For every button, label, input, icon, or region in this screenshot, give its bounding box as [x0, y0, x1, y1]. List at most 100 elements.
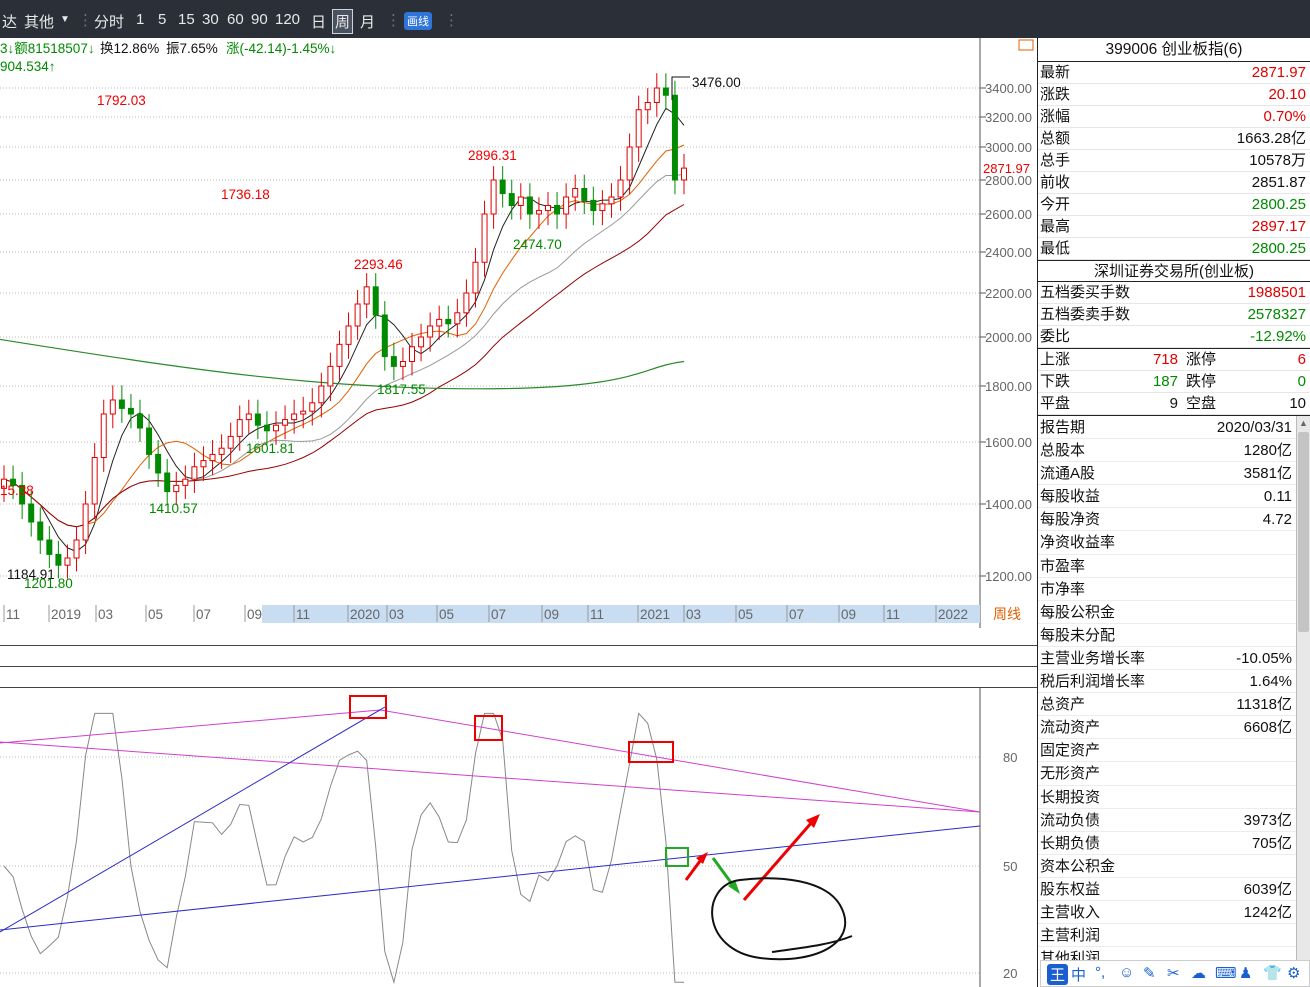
- financial-row: 无形资产: [1038, 762, 1310, 786]
- x-axis-label: 09: [247, 607, 262, 622]
- candle-body: [209, 453, 216, 462]
- price-annotation: 2896.31: [468, 148, 517, 163]
- cloud-icon[interactable]: ☁: [1191, 964, 1206, 982]
- period-tab-5[interactable]: 5: [158, 11, 166, 28]
- price-annotation: 1201.80: [24, 576, 73, 591]
- punctuation-icon[interactable]: °,: [1095, 964, 1105, 981]
- separator: ⋮: [386, 12, 401, 29]
- candle-body: [499, 179, 506, 195]
- financial-row: 每股未分配: [1038, 624, 1310, 647]
- shirt-icon[interactable]: 👕: [1263, 964, 1282, 982]
- financial-label: 每股公积金: [1040, 603, 1116, 621]
- pane-divider: [0, 645, 1037, 646]
- support-trendline[interactable]: [0, 706, 386, 933]
- chinese-input-icon[interactable]: 中: [1071, 964, 1086, 985]
- quote-row: 最新 2871.97: [1038, 62, 1310, 84]
- price-annotation: 1736.18: [221, 187, 270, 202]
- indicator-chart[interactable]: 80 50 20: [0, 688, 1037, 987]
- candle-body: [300, 410, 307, 415]
- candle-body: [46, 539, 53, 555]
- period-tab-60[interactable]: 60: [227, 11, 244, 28]
- pane-divider: [0, 666, 1037, 667]
- x-axis-label: 2022: [938, 607, 968, 622]
- resistance-trendline[interactable]: [0, 741, 981, 813]
- keyboard-icon[interactable]: ⌨: [1215, 964, 1237, 982]
- candle-body: [635, 109, 642, 148]
- candle-body: [100, 413, 107, 458]
- period-tab-15[interactable]: 15: [178, 11, 195, 28]
- scissors-icon[interactable]: ✂: [1167, 964, 1180, 982]
- price-tick-label: 3000.00: [985, 140, 1032, 155]
- candle-body: [535, 210, 542, 215]
- financial-row: 主营业务增长率 -10.05%: [1038, 647, 1310, 671]
- quote-value: 10578万: [1249, 152, 1306, 169]
- security-title: 399006 创业板指(6): [1038, 38, 1310, 62]
- candlestick-chart[interactable]: 3400.003200.003000.002800.002600.002400.…: [0, 38, 1037, 628]
- chevron-down-icon[interactable]: ▼: [60, 14, 70, 25]
- candle-body: [109, 399, 116, 415]
- period-tab-day[interactable]: 日: [311, 11, 326, 32]
- period-tab-30[interactable]: 30: [202, 11, 219, 28]
- resistance-trendline[interactable]: [0, 709, 981, 813]
- candle-body: [64, 557, 71, 566]
- financial-value: 6608亿: [1243, 719, 1292, 737]
- candle-body: [590, 199, 597, 212]
- other-menu[interactable]: 其他: [24, 11, 54, 32]
- settings-icon[interactable]: ⚙: [1287, 964, 1300, 982]
- quote-value: 2851.87: [1251, 174, 1306, 191]
- pen-icon[interactable]: ✎: [1143, 964, 1156, 982]
- x-axis-label: 07: [491, 607, 506, 622]
- expand-icon[interactable]: [1018, 39, 1034, 51]
- quote-value: 2871.97: [1251, 64, 1306, 81]
- up-arrow-icon: [742, 821, 814, 901]
- x-axis-label: 03: [686, 607, 701, 622]
- financial-label: 资本公积金: [1040, 857, 1116, 875]
- period-tab-90[interactable]: 90: [251, 11, 268, 28]
- period-tab-1[interactable]: 1: [136, 11, 144, 28]
- financial-value: 1.64%: [1249, 673, 1292, 691]
- price-annotation: 2474.70: [513, 237, 562, 252]
- quote-row: 最高 2897.17: [1038, 216, 1310, 238]
- financial-value: -10.05%: [1236, 649, 1292, 667]
- period-tab-intraday[interactable]: 分时: [94, 11, 124, 32]
- x-axis-label: 11: [6, 607, 20, 622]
- support-trendline[interactable]: [0, 825, 981, 931]
- financial-value: 3581亿: [1243, 465, 1292, 483]
- quote-label: 前收: [1040, 174, 1071, 191]
- financial-label: 长期投资: [1040, 788, 1101, 806]
- indicator-tick-label: 80: [1003, 750, 1017, 765]
- quote-label: 今开: [1040, 196, 1071, 213]
- candle-body: [390, 356, 397, 367]
- period-tab-week[interactable]: 周: [332, 9, 354, 34]
- price-tick-label: 3200.00: [985, 110, 1032, 125]
- breadth-value: 9: [1169, 395, 1178, 412]
- scrollbar-thumb[interactable]: [1298, 432, 1309, 632]
- financial-row: 市盈率: [1038, 555, 1310, 578]
- candle-body: [653, 87, 660, 103]
- candle-body: [617, 179, 624, 198]
- quote-row: 总手 10578万: [1038, 150, 1310, 172]
- x-axis-label: 2019: [51, 607, 81, 622]
- candle-body: [545, 205, 551, 212]
- financial-row: 流动资产 6608亿: [1038, 716, 1310, 740]
- period-tab-month[interactable]: 月: [360, 11, 375, 32]
- draw-line-button[interactable]: 画线: [404, 12, 432, 30]
- scrollbar[interactable]: ▲: [1296, 416, 1310, 971]
- chess-icon[interactable]: ♟: [1239, 964, 1252, 982]
- price-tick-label: 2400.00: [985, 245, 1032, 260]
- candle-body: [118, 399, 125, 409]
- candle-body: [463, 292, 470, 314]
- financial-label: 流动负债: [1040, 811, 1101, 829]
- wang-icon[interactable]: 王: [1047, 964, 1069, 985]
- financial-row: 每股公积金: [1038, 601, 1310, 624]
- period-tab-120[interactable]: 120: [275, 11, 300, 28]
- candle-body: [309, 402, 316, 412]
- breadth-value: 0: [1297, 373, 1306, 390]
- candle-body: [517, 196, 524, 206]
- candle-body: [472, 261, 479, 294]
- quote-value: 20.10: [1268, 86, 1306, 103]
- candle-body: [173, 484, 180, 493]
- financial-value: 6039亿: [1243, 880, 1292, 898]
- scroll-up-icon[interactable]: ▲: [1299, 418, 1308, 428]
- emoji-icon[interactable]: ☺: [1119, 964, 1134, 981]
